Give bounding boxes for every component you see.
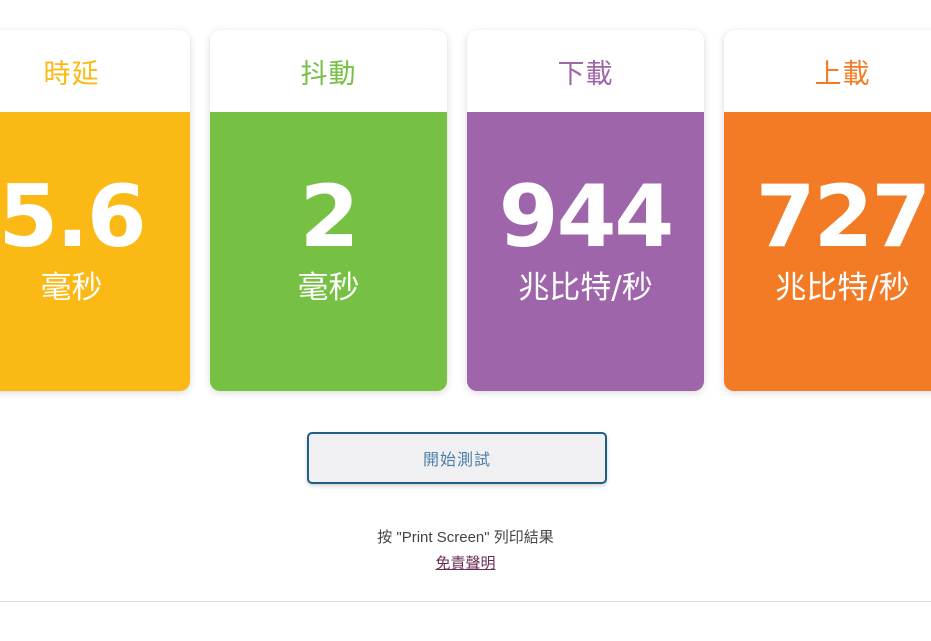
download-card: 下載 944 兆比特/秒 <box>467 30 704 391</box>
download-value: 944 <box>498 167 675 267</box>
speed-test-panel: 時延 5.6 毫秒 抖動 2 毫秒 下載 944 兆比特/秒 上載 727 兆比… <box>0 0 931 641</box>
disclaimer-link[interactable]: 免責聲明 <box>435 555 495 572</box>
jitter-body: 2 毫秒 <box>210 112 447 391</box>
disclaimer-row: 免責聲明 <box>0 552 931 573</box>
download-body: 944 兆比特/秒 <box>467 112 704 391</box>
jitter-card: 抖動 2 毫秒 <box>210 30 447 391</box>
upload-unit: 兆比特/秒 <box>775 270 910 306</box>
latency-value: 5.6 <box>0 167 147 267</box>
download-unit: 兆比特/秒 <box>518 270 653 306</box>
footer-divider <box>0 601 931 602</box>
latency-body: 5.6 毫秒 <box>0 112 190 391</box>
start-test-button[interactable]: 開始測試 <box>307 432 607 484</box>
upload-value: 727 <box>755 167 931 267</box>
upload-card: 上載 727 兆比特/秒 <box>724 30 931 391</box>
jitter-title: 抖動 <box>300 58 357 90</box>
download-title: 下載 <box>557 58 614 90</box>
print-hint: 按 "Print Screen" 列印結果 <box>377 529 554 546</box>
latency-card: 時延 5.6 毫秒 <box>0 30 190 391</box>
upload-title: 上載 <box>814 58 871 90</box>
latency-title: 時延 <box>43 58 100 90</box>
upload-body: 727 兆比特/秒 <box>724 112 931 391</box>
jitter-value: 2 <box>299 167 360 267</box>
jitter-unit: 毫秒 <box>297 270 360 306</box>
latency-unit: 毫秒 <box>40 270 103 306</box>
